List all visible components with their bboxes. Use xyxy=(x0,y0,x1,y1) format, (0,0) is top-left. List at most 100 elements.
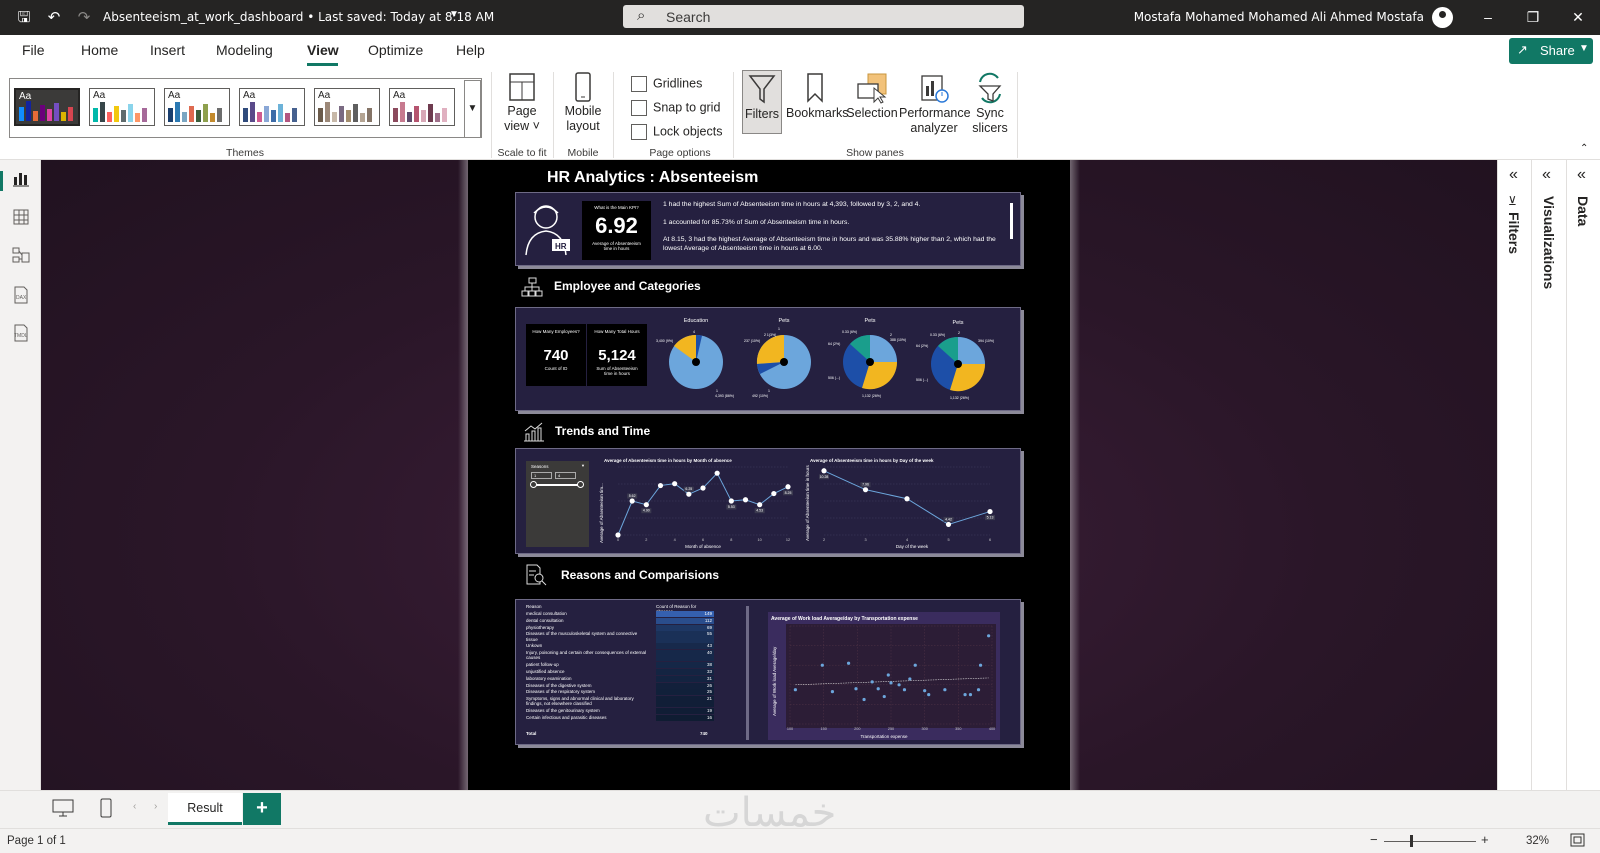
data-pane-collapsed[interactable]: « Data xyxy=(1566,160,1600,790)
theme-tile[interactable]: Aa xyxy=(164,88,230,126)
close-icon[interactable]: ✕ xyxy=(1568,7,1588,27)
report-view-icon[interactable] xyxy=(11,169,31,191)
scrollbar[interactable] xyxy=(746,606,749,740)
reason-cell: unjustified absence xyxy=(526,669,565,674)
reasons-card[interactable]: Reason Count of Reason for absence medic… xyxy=(515,599,1021,745)
trends-card[interactable]: Seasons ▼ 1 4 Average of Absenteeism tim… xyxy=(515,448,1021,554)
table-view-icon[interactable] xyxy=(11,208,31,230)
chevron-left-icon[interactable]: « xyxy=(1509,166,1518,184)
page-tab-result[interactable]: Result xyxy=(168,793,242,825)
collapse-ribbon-icon[interactable]: ⌃ xyxy=(1580,143,1588,154)
slicer-handle[interactable] xyxy=(530,481,537,488)
theme-tile[interactable]: Aa xyxy=(14,88,80,126)
desktop-layout-icon[interactable] xyxy=(52,799,74,822)
menu-modeling[interactable]: Modeling xyxy=(216,42,273,58)
performance-analyzer-button[interactable]: Performance analyzer xyxy=(899,72,971,136)
seasons-slicer[interactable]: Seasons ▼ 1 4 xyxy=(526,461,589,547)
zoom-slider-handle[interactable] xyxy=(1410,835,1413,847)
reason-table[interactable]: Reason Count of Reason for absence medic… xyxy=(526,604,714,738)
employee-categories-card[interactable]: How Many Employees? 740 Count of ID How … xyxy=(515,307,1021,411)
kpi-card[interactable]: HR What is the Main KPI? 6.92 Average of… xyxy=(515,192,1021,266)
filters-button[interactable]: Filters xyxy=(742,70,782,134)
zoom-in-icon[interactable]: + xyxy=(1481,832,1489,847)
search-placeholder: Search xyxy=(666,9,711,25)
dax-query-icon[interactable]: DAX xyxy=(11,286,31,308)
pie-charts[interactable]: Education 4 3,400 (9%) 1 4,393 (86%) Pet… xyxy=(656,312,1016,408)
search-input[interactable]: ⌕ Search xyxy=(623,5,1024,28)
visualizations-pane-collapsed[interactable]: « Visualizations xyxy=(1531,160,1566,790)
save-icon[interactable]: 🖫 xyxy=(14,8,34,28)
fit-to-page-icon[interactable] xyxy=(1570,833,1585,850)
column-header[interactable]: Reason xyxy=(526,604,542,609)
menu-view[interactable]: View xyxy=(307,42,339,58)
sync-slicers-button[interactable]: Sync slicers xyxy=(967,72,1013,136)
filters-pane-collapsed[interactable]: « ⊻ Filters xyxy=(1497,160,1531,790)
theme-tile[interactable]: Aa xyxy=(389,88,455,126)
table-row[interactable]: patient follow-up 38 xyxy=(526,662,714,669)
document-title[interactable]: Absenteeism_at_work_dashboard • Last sav… xyxy=(103,10,494,24)
scroll-right-icon[interactable]: › xyxy=(154,801,157,812)
table-row[interactable]: Diseases of the digestive system 26 xyxy=(526,682,714,690)
table-row[interactable]: laboratory examination 31 xyxy=(526,675,714,683)
visualizations-pane-label[interactable]: Visualizations xyxy=(1541,196,1557,289)
menu-help[interactable]: Help xyxy=(456,42,485,58)
menu-home[interactable]: Home xyxy=(81,42,118,58)
model-view-icon[interactable] xyxy=(11,246,31,268)
filters-pane-label[interactable]: Filters xyxy=(1506,212,1522,254)
menu-optimize[interactable]: Optimize xyxy=(368,42,423,58)
chevron-down-icon[interactable]: ▼ xyxy=(581,463,585,468)
table-row[interactable]: Symptoms, signs and abnormal clinical an… xyxy=(526,696,714,708)
slicer-handle[interactable] xyxy=(577,481,584,488)
share-button[interactable]: ↗ Share ▼ xyxy=(1509,38,1593,64)
themes-expand-button[interactable]: ▼ xyxy=(464,80,481,138)
slicer-from-input[interactable]: 1 xyxy=(531,472,552,479)
page-view-button[interactable]: Page view ˅ xyxy=(498,72,546,134)
table-row[interactable]: Unkown 43 xyxy=(526,643,714,650)
count-cell: 38 xyxy=(706,662,712,668)
menu-insert[interactable]: Insert xyxy=(150,42,185,58)
x-tick-label: 0 xyxy=(617,538,619,542)
zoom-out-icon[interactable]: − xyxy=(1370,832,1378,847)
slicer-to-input[interactable]: 4 xyxy=(555,472,576,479)
restore-icon[interactable]: ❐ xyxy=(1523,7,1543,27)
menu-file[interactable]: File xyxy=(22,42,45,58)
table-row[interactable]: unjustified absence 33 xyxy=(526,669,714,676)
theme-tile[interactable]: Aa xyxy=(314,88,380,126)
gridlines-checkbox[interactable]: Gridlines xyxy=(631,76,702,92)
chevron-down-icon[interactable]: ▼ xyxy=(449,9,459,20)
table-row[interactable]: Injury, poisoning and certain other cons… xyxy=(526,650,714,662)
bookmarks-button[interactable]: Bookmarks xyxy=(786,72,849,121)
lock-objects-checkbox[interactable]: Lock objects xyxy=(631,124,722,140)
table-row[interactable]: dental consultation 112 xyxy=(526,617,714,625)
scrollbar[interactable] xyxy=(1010,203,1013,239)
month-line-chart[interactable]: Average of Absenteeism time in hours by … xyxy=(598,455,798,551)
table-row[interactable]: Diseases of the respiratory system 25 xyxy=(526,689,714,696)
table-row[interactable]: Certain infectious and parasitic disease… xyxy=(526,715,714,722)
scatter-chart[interactable]: Average of Work load Average/day by Tran… xyxy=(768,612,1000,740)
scroll-left-icon[interactable]: ‹ xyxy=(133,801,136,812)
table-row[interactable]: Diseases of the genitourinary system 19 xyxy=(526,708,714,715)
day-line-chart[interactable]: Average of Absenteeism time in hours by … xyxy=(804,455,1004,551)
table-row[interactable]: physiotherapy 69 xyxy=(526,624,714,632)
selection-label: Selection xyxy=(846,106,898,120)
selection-button[interactable]: Selection xyxy=(846,72,898,121)
add-page-button[interactable]: + xyxy=(243,793,281,825)
minimize-icon[interactable]: – xyxy=(1478,7,1498,27)
page-title: HR Analytics : Absenteeism xyxy=(547,169,759,186)
phone-layout-icon[interactable] xyxy=(100,798,112,823)
zoom-slider[interactable] xyxy=(1384,841,1476,842)
data-pane-label[interactable]: Data xyxy=(1575,196,1591,226)
snap-to-grid-checkbox[interactable]: Snap to grid xyxy=(631,100,720,116)
theme-tile[interactable]: Aa xyxy=(89,88,155,126)
avatar[interactable] xyxy=(1432,7,1453,28)
theme-tile[interactable]: Aa xyxy=(239,88,305,126)
chevron-left-icon[interactable]: « xyxy=(1542,166,1551,184)
mobile-layout-button[interactable]: Mobile layout xyxy=(558,72,608,134)
undo-icon[interactable]: ↶ xyxy=(44,8,64,28)
chevron-left-icon[interactable]: « xyxy=(1577,166,1586,184)
performance-label: Performance xyxy=(899,106,971,120)
table-row[interactable]: Diseases of the musculoskeletal system a… xyxy=(526,631,714,643)
tmdl-view-icon[interactable]: TMDL xyxy=(11,324,31,346)
table-row[interactable]: medical consultation 149 xyxy=(526,611,714,618)
redo-icon[interactable]: ↷ xyxy=(74,8,94,28)
